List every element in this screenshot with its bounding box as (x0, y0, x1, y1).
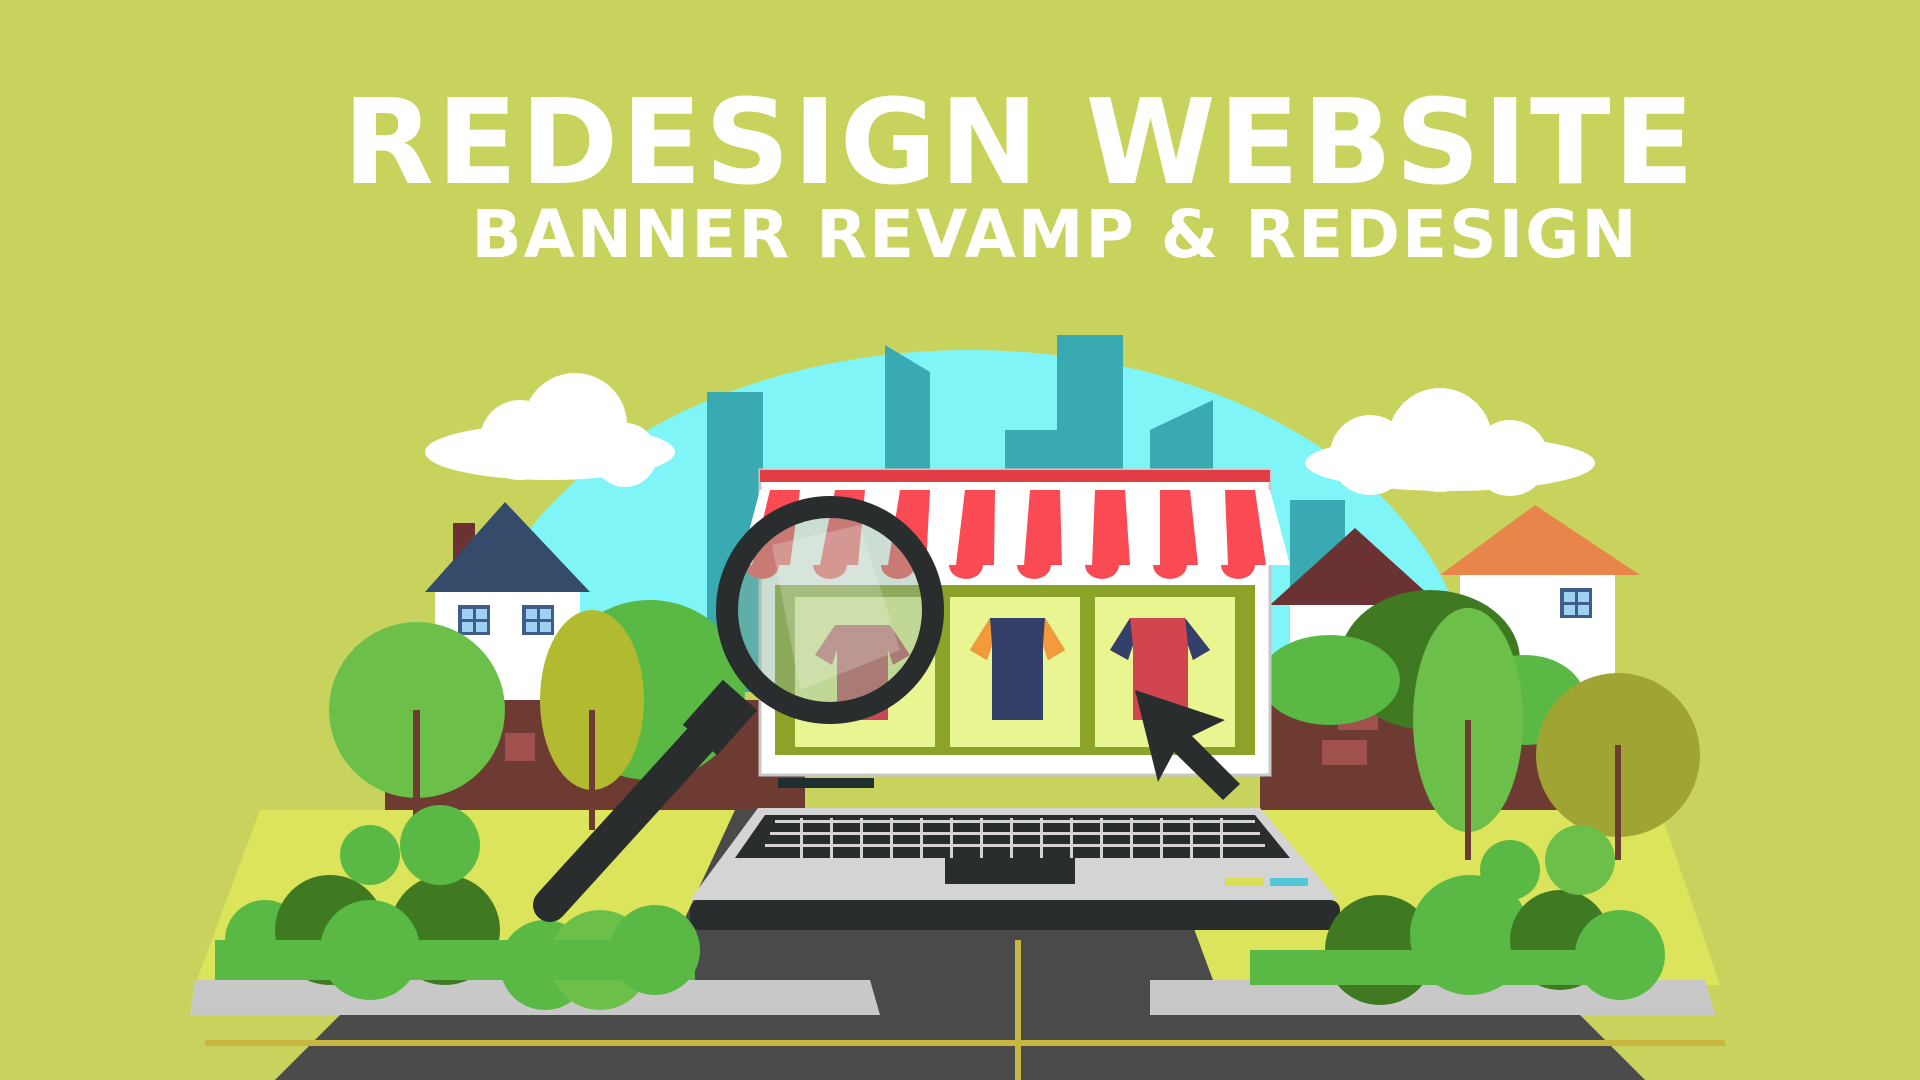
page-subtitle: BANNER REVAMP & REDESIGN (471, 196, 1639, 273)
hedge (1260, 635, 1400, 725)
road-line (1015, 940, 1021, 1080)
cloud-icon (1305, 388, 1595, 496)
laptop-icon (690, 808, 1340, 930)
banner-canvas: REDESIGN WEBSITE BANNER REVAMP & REDESIG… (0, 0, 1920, 1080)
road (275, 1015, 1645, 1080)
trackpad (945, 858, 1075, 884)
cloud-icon (425, 373, 675, 487)
page-title: REDESIGN WEBSITE (342, 73, 1698, 211)
road-line (205, 1040, 1725, 1046)
